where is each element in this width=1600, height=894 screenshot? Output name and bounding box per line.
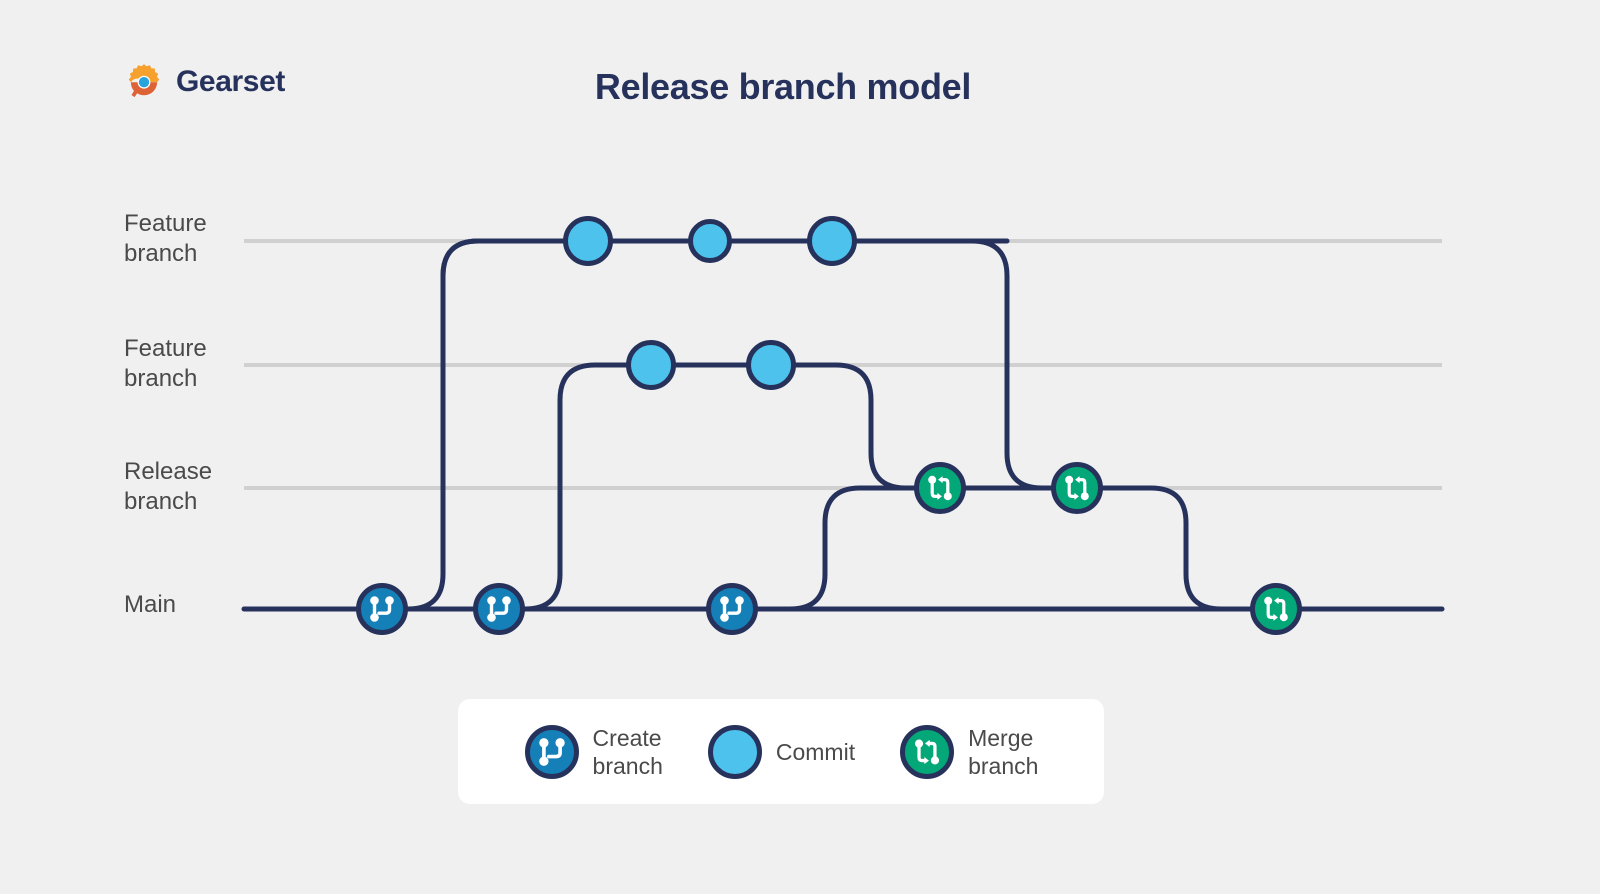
node-create-branch[interactable]	[473, 583, 525, 635]
merge-branch-circle	[914, 462, 966, 514]
create-branch-circle	[356, 583, 408, 635]
git-branch-icon	[524, 724, 579, 779]
legend-label-merge-branch: Merge branch	[968, 724, 1039, 779]
node-commit[interactable]	[688, 219, 732, 263]
commit-circle	[563, 216, 613, 266]
branch-nodes	[356, 216, 1302, 635]
node-merge-branch[interactable]	[1051, 462, 1103, 514]
edge-feature-1-branch-out	[379, 238, 1010, 612]
legend-item-commit[interactable]: Commit	[707, 724, 855, 780]
branch-edges	[241, 238, 1445, 612]
merge-branch-circle	[1250, 583, 1302, 635]
merge-branch-circle	[1051, 462, 1103, 514]
node-create-branch[interactable]	[706, 583, 758, 635]
commit-circle	[626, 340, 676, 390]
edge-release-branch-out	[729, 485, 943, 612]
create-branch-circle	[473, 583, 525, 635]
node-commit[interactable]	[626, 340, 676, 390]
commit-circle	[688, 219, 732, 263]
create-branch-circle	[706, 583, 758, 635]
commit-circle	[746, 340, 796, 390]
node-merge-branch[interactable]	[1250, 583, 1302, 635]
git-merge-icon	[900, 724, 955, 779]
legend-label-create-branch: Create branch	[592, 724, 663, 779]
legend-label-commit: Commit	[775, 738, 856, 765]
node-create-branch[interactable]	[356, 583, 408, 635]
node-commit[interactable]	[746, 340, 796, 390]
node-commit[interactable]	[807, 216, 857, 266]
legend-item-create-branch[interactable]: Create branch	[524, 724, 663, 780]
node-merge-branch[interactable]	[914, 462, 966, 514]
diagram-page: Gearset Release branch model Feature bra…	[0, 0, 1600, 894]
edge-release-line	[937, 485, 1279, 612]
node-commit[interactable]	[563, 216, 613, 266]
legend-panel: Create branch Commit Merge branch	[458, 699, 1104, 804]
commit-circle	[807, 216, 857, 266]
commit-circle-icon	[707, 724, 762, 779]
legend-item-merge-branch[interactable]: Merge branch	[899, 724, 1038, 780]
